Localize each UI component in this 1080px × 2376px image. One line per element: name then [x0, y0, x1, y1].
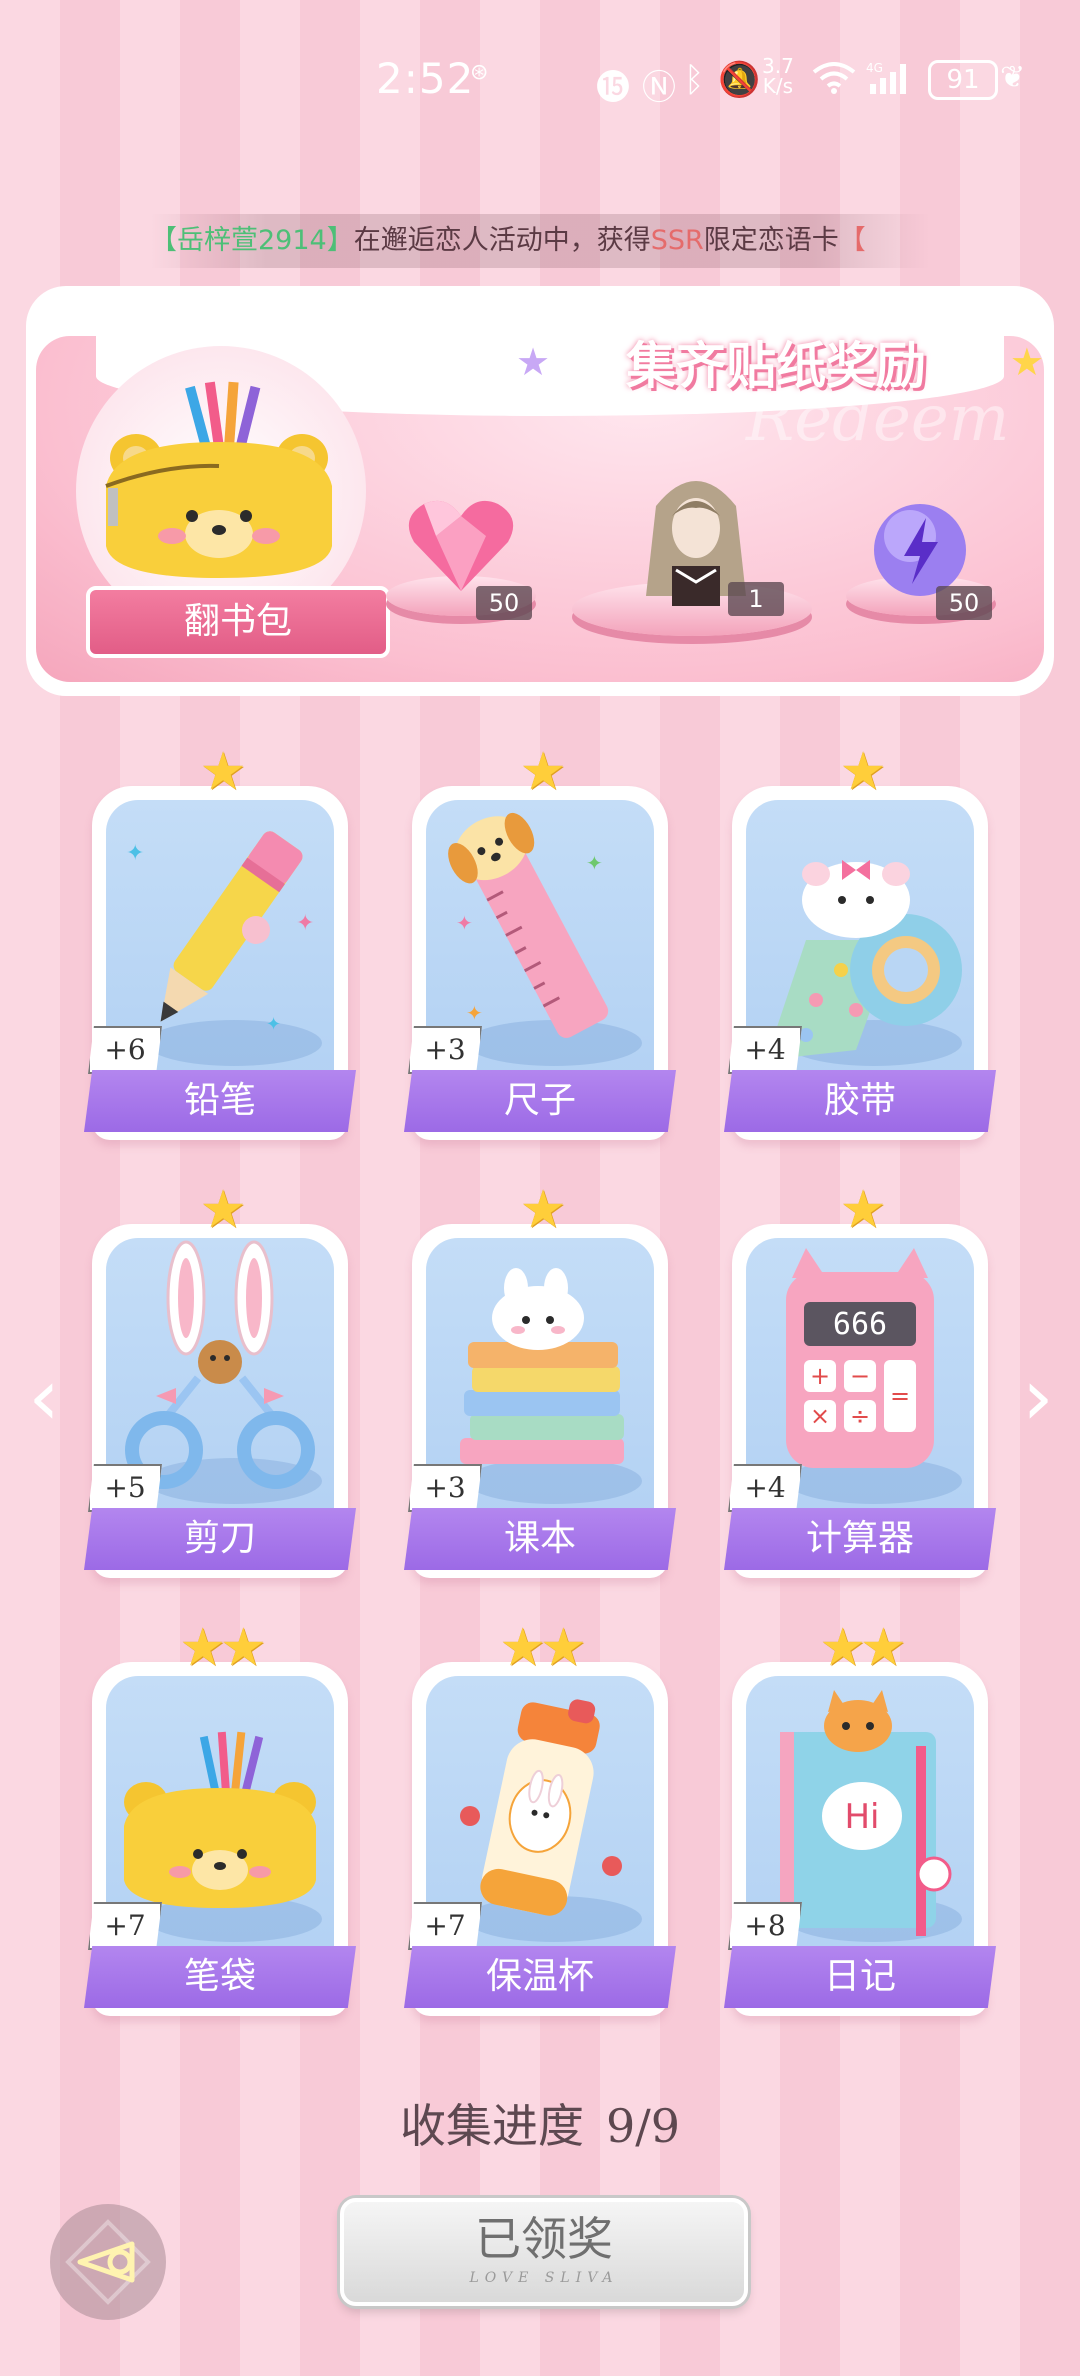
star-rating-icon: ★★ — [179, 1618, 266, 1678]
star-rating-icon: ★ — [519, 1180, 567, 1240]
clock: 2:52 — [376, 54, 475, 103]
pink-heart-gem-icon[interactable] — [406, 496, 516, 596]
gold-star-icon: ★ — [1009, 340, 1044, 384]
sticker-bonus: +4 — [728, 1464, 802, 1512]
sticker-card-textbook[interactable]: +3 课本 ★ — [404, 1182, 676, 1578]
claimed-button-sublabel: LOVE SLIVA — [469, 2270, 619, 2286]
claimed-button[interactable]: 已领奖 LOVE SLIVA — [340, 2198, 748, 2306]
chevron-left-icon[interactable]: ‹ — [22, 1359, 66, 1437]
sticker-label: 胶带 — [724, 1070, 996, 1132]
banner-title: ★ 集齐贴纸奖励 ★ — [516, 337, 1044, 395]
svg-text:Hi: Hi — [844, 1797, 879, 1837]
marquee-text: 在邂逅恋人活动中，获得 — [353, 225, 651, 256]
status-bar: 2:52 ⊛ ⓯ Ⓝ ᛒ 🔕 3.7 K/s 4G 91 ❦ — [0, 40, 1080, 120]
sticker-card-tape[interactable]: +4 胶带 ★ — [724, 744, 996, 1140]
svg-text:✦: ✦ — [266, 1014, 281, 1035]
marquee-tail: 限定恋语卡 — [703, 225, 839, 256]
svg-text:÷: ÷ — [850, 1402, 870, 1430]
claimed-button-label: 已领奖 — [475, 2212, 613, 2266]
reward-banner: Redeem ★ 集齐贴纸奖励 ★ 翻书包 50 1 50 — [26, 286, 1054, 696]
sticker-bonus: +7 — [88, 1902, 162, 1950]
reward-count: 50 — [936, 586, 992, 620]
purple-lightning-orb-icon[interactable] — [870, 500, 970, 600]
hd-icon: ⓯ — [596, 68, 630, 108]
sticker-bonus: +8 — [728, 1902, 802, 1950]
svg-text:✦: ✦ — [466, 1001, 483, 1025]
progress-value: 9/9 — [605, 2099, 681, 2153]
bluetooth-icon: ᛒ — [684, 60, 705, 100]
svg-text:✦: ✦ — [456, 911, 473, 935]
svg-text:✦: ✦ — [296, 911, 314, 936]
sticker-bonus: +3 — [408, 1464, 482, 1512]
svg-text:×: × — [810, 1402, 830, 1430]
star-rating-icon: ★ — [199, 1180, 247, 1240]
star-rating-icon: ★ — [839, 1180, 887, 1240]
sticker-label: 笔袋 — [84, 1946, 356, 2008]
sticker-card-diary[interactable]: Hi +8 日记 ★★ — [724, 1620, 996, 2016]
svg-text:+: + — [810, 1362, 830, 1390]
chevron-right-icon[interactable]: › — [1016, 1359, 1060, 1437]
star-rating-icon: ★★ — [819, 1618, 906, 1678]
sticker-card-pencil[interactable]: ✦ ✦ ✦ +6 铅笔 ★ — [84, 744, 356, 1140]
signal-icon: 4G — [866, 60, 916, 103]
network-speed: 3.7 K/s — [762, 54, 794, 98]
star-rating-icon: ★ — [519, 742, 567, 802]
sticker-card-ruler[interactable]: ✦ ✦ ✦ +3 尺子 ★ — [404, 744, 676, 1140]
svg-text:666: 666 — [833, 1307, 887, 1342]
reward-count: 50 — [476, 586, 532, 620]
back-button[interactable] — [50, 2204, 166, 2320]
notification-icon: ⊛ — [470, 60, 489, 85]
progress-label: 收集进度 — [399, 2099, 584, 2153]
star-rating-icon: ★ — [199, 742, 247, 802]
mute-icon: 🔕 — [718, 60, 761, 100]
sticker-label: 铅笔 — [84, 1070, 356, 1132]
sticker-label: 日记 — [724, 1946, 996, 2008]
marquee-ssr: SSR — [650, 225, 704, 256]
marquee-next: 【 — [838, 225, 866, 256]
wifi-icon — [812, 60, 856, 103]
battery-indicator: 91 — [928, 60, 998, 100]
marquee-player: 【岳梓萱2914】 — [150, 225, 354, 256]
broadcast-marquee: 【岳梓萱2914】在邂逅恋人活动中，获得SSR限定恋语卡【 — [150, 214, 930, 268]
sticker-label: 剪刀 — [84, 1508, 356, 1570]
sticker-bonus: +4 — [728, 1026, 802, 1074]
star-rating-icon: ★★ — [499, 1618, 586, 1678]
sticker-card-pencil-case[interactable]: +7 笔袋 ★★ — [84, 1620, 356, 2016]
sticker-label: 课本 — [404, 1508, 676, 1570]
sticker-bonus: +5 — [88, 1464, 162, 1512]
svg-text:4G: 4G — [866, 61, 883, 75]
sticker-card-thermos[interactable]: +7 保温杯 ★★ — [404, 1620, 676, 2016]
collection-progress: 收集进度 9/9 — [0, 2090, 1080, 2160]
sticker-label: 保温杯 — [404, 1946, 676, 2008]
sticker-card-scissors[interactable]: +5 剪刀 ★ — [84, 1182, 356, 1578]
pouch-name-plaque: 翻书包 — [86, 586, 390, 658]
svg-text:✦: ✦ — [126, 841, 144, 866]
sticker-label: 尺子 — [404, 1070, 676, 1132]
reward-count: 1 — [728, 582, 784, 616]
star-rating-icon: ★ — [839, 742, 887, 802]
sticker-bonus: +6 — [88, 1026, 162, 1074]
back-arrow-icon — [65, 2219, 151, 2305]
nfc-icon: Ⓝ — [642, 68, 676, 108]
purple-star-icon: ★ — [516, 340, 551, 384]
svg-text:=: = — [890, 1382, 910, 1410]
sticker-label: 计算器 — [724, 1508, 996, 1570]
svg-text:✦: ✦ — [586, 851, 603, 875]
sticker-card-calculator[interactable]: 666 + − = × ÷ +4 计算器 ★ — [724, 1182, 996, 1578]
sticker-bonus: +3 — [408, 1026, 482, 1074]
svg-text:−: − — [850, 1362, 870, 1390]
sticker-bonus: +7 — [408, 1902, 482, 1950]
leaf-icon: ❦ — [1000, 60, 1026, 95]
